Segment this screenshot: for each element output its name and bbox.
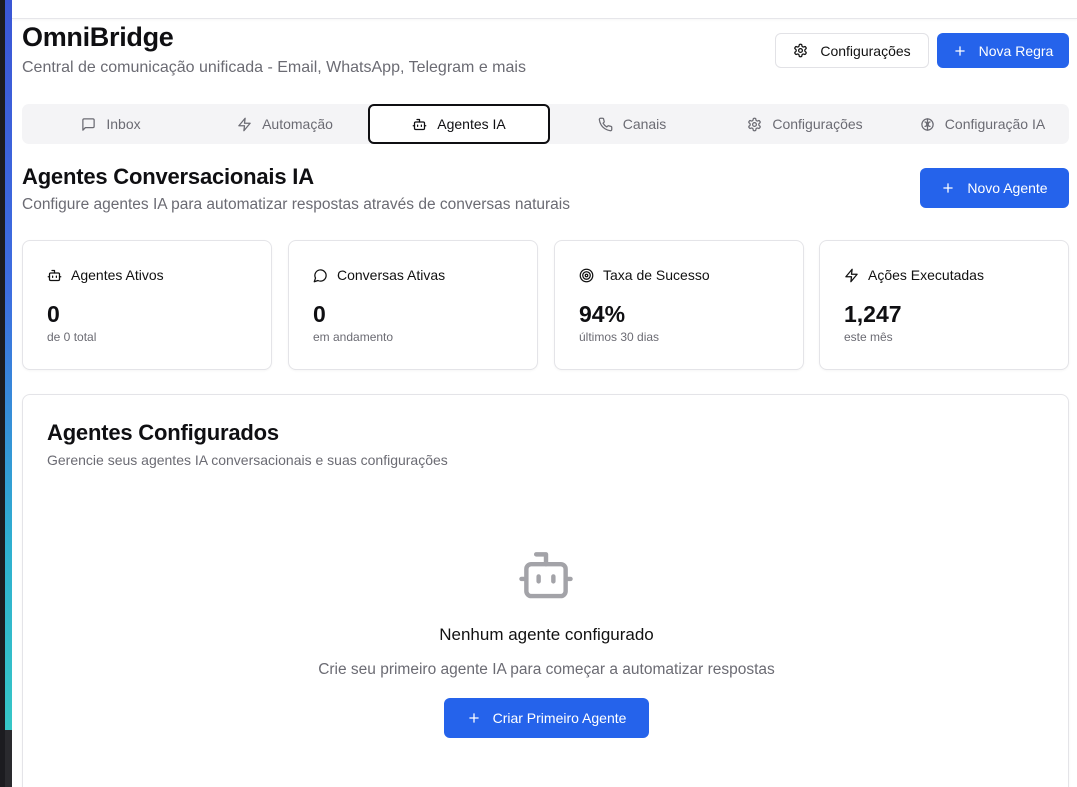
settings-button[interactable]: Configurações [775,33,929,68]
bot-icon [519,552,573,599]
message-circle-icon [313,268,327,282]
tab-agentes-ia[interactable]: Agentes IA [368,104,550,144]
stat-label: Taxa de Sucesso [603,267,710,283]
stat-value: 1,247 [844,301,902,327]
tab-automacao[interactable]: Automação [200,104,370,144]
stat-card-taxa-sucesso: Taxa de Sucesso 94% últimos 30 dias [554,240,804,370]
tab-canais[interactable]: Canais [550,104,714,144]
window-edge-gradient [5,0,12,730]
top-bar [12,0,1077,19]
app-title: OmniBridge [22,22,174,52]
new-agent-button[interactable]: Novo Agente [920,168,1069,208]
stat-subtext: de 0 total [47,330,97,344]
bot-icon [47,269,62,281]
brain-icon [921,117,934,131]
tab-label: Agentes IA [437,116,506,132]
plus-icon [943,183,954,193]
stat-card-header: Taxa de Sucesso [579,267,710,283]
stat-card-header: Agentes Ativos [47,267,164,283]
tab-configuracao-ia[interactable]: Configuração IA [896,104,1069,144]
settings-button-label: Configurações [820,42,911,59]
message-square-icon [82,117,96,131]
tab-inbox[interactable]: Inbox [22,104,200,144]
stat-card-header: Ações Executadas [844,267,984,283]
new-agent-button-label: Novo Agente [967,180,1048,196]
new-rule-button[interactable]: Nova Regra [937,33,1069,68]
stat-value: 94% [579,301,626,327]
stat-card-conversas-ativas: Conversas Ativas 0 em andamento [288,240,538,370]
phone-icon [598,117,613,131]
app-subtitle: Central de comunicação unificada - Email… [22,59,526,76]
tab-label: Configurações [772,116,863,132]
stat-value: 0 [47,301,60,327]
stat-card-acoes-executadas: Ações Executadas 1,247 este mês [819,240,1069,370]
stat-label: Ações Executadas [868,267,984,283]
plus-icon [468,713,479,723]
stat-subtext: em andamento [313,330,394,344]
tab-label: Configuração IA [944,116,1046,132]
window-edge-strip [0,0,12,787]
empty-state-title: Nenhum agente configurado [439,625,654,644]
panel-title: Agentes Configurados [47,420,279,445]
plus-icon [954,45,965,56]
create-first-agent-label: Criar Primeiro Agente [492,710,627,726]
stat-subtext: este mês [844,330,893,344]
empty-state-subtitle: Crie seu primeiro agente IA para começar… [318,661,775,678]
stat-card-header: Conversas Ativas [313,267,445,283]
stat-card-agentes-ativos: Agentes Ativos 0 de 0 total [22,240,272,370]
bot-icon [412,118,427,130]
gear-icon [748,117,762,131]
new-rule-button-label: Nova Regra [978,42,1054,59]
section-subtitle: Configure agentes IA para automatizar re… [22,196,570,213]
stat-label: Agentes Ativos [71,267,164,283]
create-first-agent-button[interactable]: Criar Primeiro Agente [444,698,649,738]
tab-label: Inbox [106,116,141,132]
zap-icon [238,117,251,131]
stat-subtext: últimos 30 dias [579,330,660,344]
zap-icon [845,268,858,282]
tab-label: Automação [262,116,333,132]
stat-value: 0 [313,301,326,327]
stat-label: Conversas Ativas [337,267,446,283]
agents-panel: Agentes Configurados Gerencie seus agent… [22,394,1069,787]
tab-bar: Inbox Automação Agentes IA Canais Config… [22,104,1069,144]
tab-label: Canais [622,116,667,132]
tab-configuracoes[interactable]: Configurações [714,104,896,144]
gear-icon [794,43,808,58]
target-icon [579,268,594,282]
section-title: Agentes Conversacionais IA [22,164,314,189]
panel-subtitle: Gerencie seus agentes IA conversacionais… [47,452,448,468]
